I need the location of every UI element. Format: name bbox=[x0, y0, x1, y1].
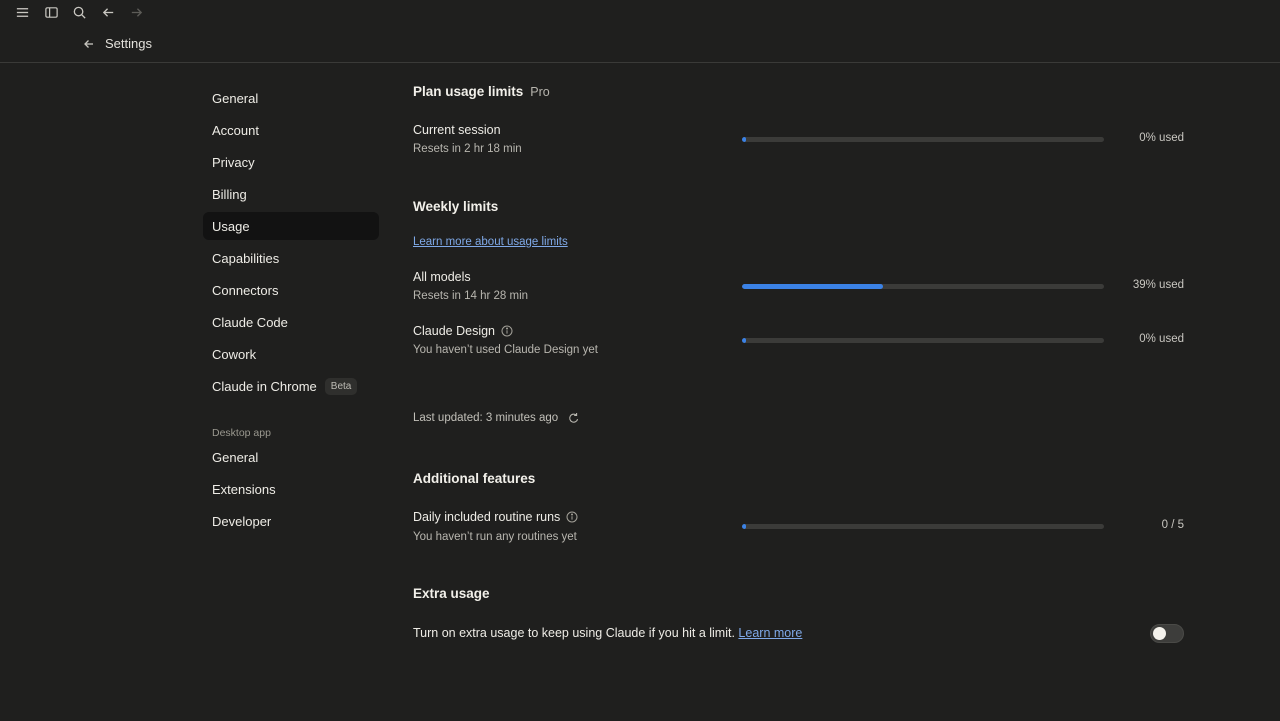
info-icon[interactable] bbox=[501, 325, 513, 337]
current-session-progress-bar bbox=[742, 137, 1104, 142]
sidebar-item-label: Developer bbox=[212, 513, 272, 529]
sidebar-item-capabilities[interactable]: Capabilities bbox=[203, 244, 379, 272]
all-models-percent: 39% used bbox=[1132, 279, 1184, 291]
current-session-title: Current session bbox=[413, 123, 501, 137]
claude-design-title-text: Claude Design bbox=[413, 324, 495, 338]
sidebar-item-extensions[interactable]: Extensions bbox=[203, 475, 379, 503]
routine-runs-status: You haven’t run any routines yet bbox=[413, 531, 577, 543]
current-session-reset: Resets in 2 hr 18 min bbox=[413, 143, 522, 155]
additional-features-title: Additional features bbox=[413, 471, 536, 486]
sidebar-item-desktop-general[interactable]: General bbox=[203, 443, 379, 471]
plan-usage-title: Plan usage limits Pro bbox=[413, 84, 550, 99]
menu-icon[interactable] bbox=[12, 2, 32, 22]
routine-runs-title: Daily included routine runs bbox=[413, 510, 578, 524]
all-models-reset: Resets in 14 hr 28 min bbox=[413, 290, 529, 302]
arrow-right-icon[interactable] bbox=[126, 2, 146, 22]
plan-tier-label: Pro bbox=[530, 85, 550, 99]
arrow-left-icon[interactable] bbox=[98, 2, 118, 22]
plan-usage-title-text: Plan usage limits bbox=[413, 84, 524, 99]
sidebar-item-label: Claude Code bbox=[212, 314, 288, 330]
progress-fill bbox=[742, 137, 746, 142]
sidebar-item-billing[interactable]: Billing bbox=[203, 180, 379, 208]
last-updated: Last updated: 3 minutes ago bbox=[413, 412, 580, 424]
extra-usage-toggle[interactable] bbox=[1150, 624, 1184, 643]
claude-design-progress-bar bbox=[742, 338, 1104, 343]
learn-more-usage-limits-link[interactable]: Learn more about usage limits bbox=[413, 236, 568, 248]
page-title: Settings bbox=[105, 36, 152, 51]
claude-design-percent: 0% used bbox=[1139, 333, 1184, 345]
beta-badge: Beta bbox=[324, 377, 358, 395]
sidebar-item-label: Connectors bbox=[212, 282, 279, 298]
routine-runs-count: 0 / 5 bbox=[1161, 519, 1184, 531]
learn-more-link[interactable]: Learn more bbox=[738, 626, 802, 640]
sidebar-item-label: Billing bbox=[212, 186, 247, 202]
sidebar-item-label: Account bbox=[212, 122, 259, 138]
last-updated-text: Last updated: 3 minutes ago bbox=[413, 412, 559, 424]
current-session-percent: 0% used bbox=[1139, 132, 1184, 144]
all-models-progress-bar bbox=[742, 284, 1104, 289]
sidebar-item-label: Usage bbox=[212, 218, 250, 234]
back-arrow-icon[interactable] bbox=[81, 36, 97, 52]
sidebar-item-connectors[interactable]: Connectors bbox=[203, 276, 379, 304]
progress-fill bbox=[742, 338, 746, 343]
toggle-knob bbox=[1153, 627, 1166, 640]
sidebar-item-label: Privacy bbox=[212, 154, 255, 170]
usage-main: Plan usage limits Pro Current session Res… bbox=[413, 0, 1184, 721]
routine-runs-title-text: Daily included routine runs bbox=[413, 510, 561, 524]
extra-usage-text: Turn on extra usage to keep using Claude… bbox=[413, 626, 735, 640]
progress-fill bbox=[742, 284, 884, 289]
refresh-icon[interactable] bbox=[568, 412, 580, 424]
weekly-limits-title: Weekly limits bbox=[413, 199, 499, 214]
claude-design-title: Claude Design bbox=[413, 324, 513, 338]
sidebar-item-claude-code[interactable]: Claude Code bbox=[203, 308, 379, 336]
sidebar-item-label: General bbox=[212, 90, 259, 106]
sidebar-item-label: Extensions bbox=[212, 481, 276, 497]
sidebar-item-label: General bbox=[212, 449, 259, 465]
routine-runs-progress-bar bbox=[742, 524, 1104, 529]
sidebar-item-label: Cowork bbox=[212, 346, 257, 362]
progress-fill bbox=[742, 524, 746, 529]
sidebar-item-developer[interactable]: Developer bbox=[203, 507, 379, 535]
claude-design-status: You haven’t used Claude Design yet bbox=[413, 344, 598, 356]
sidebar-item-usage[interactable]: Usage bbox=[203, 212, 379, 240]
sidebar-item-cowork[interactable]: Cowork bbox=[203, 340, 379, 368]
all-models-title: All models bbox=[413, 270, 471, 284]
extra-usage-title: Extra usage bbox=[413, 586, 490, 601]
sidebar-item-privacy[interactable]: Privacy bbox=[203, 148, 379, 176]
sidebar-item-label: Claude in Chrome bbox=[212, 378, 317, 394]
sidebar-item-account[interactable]: Account bbox=[203, 116, 379, 144]
sidebar-item-label: Capabilities bbox=[212, 250, 280, 266]
info-icon[interactable] bbox=[566, 511, 578, 523]
sidebar-section-desktop-app: Desktop app bbox=[212, 427, 271, 439]
sidebar-item-general[interactable]: General bbox=[203, 84, 379, 112]
search-icon[interactable] bbox=[69, 2, 89, 22]
sidebar-item-claude-in-chrome[interactable]: Claude in Chrome Beta bbox=[203, 372, 379, 400]
sidebar-toggle-icon[interactable] bbox=[41, 2, 61, 22]
extra-usage-description: Turn on extra usage to keep using Claude… bbox=[413, 626, 802, 640]
